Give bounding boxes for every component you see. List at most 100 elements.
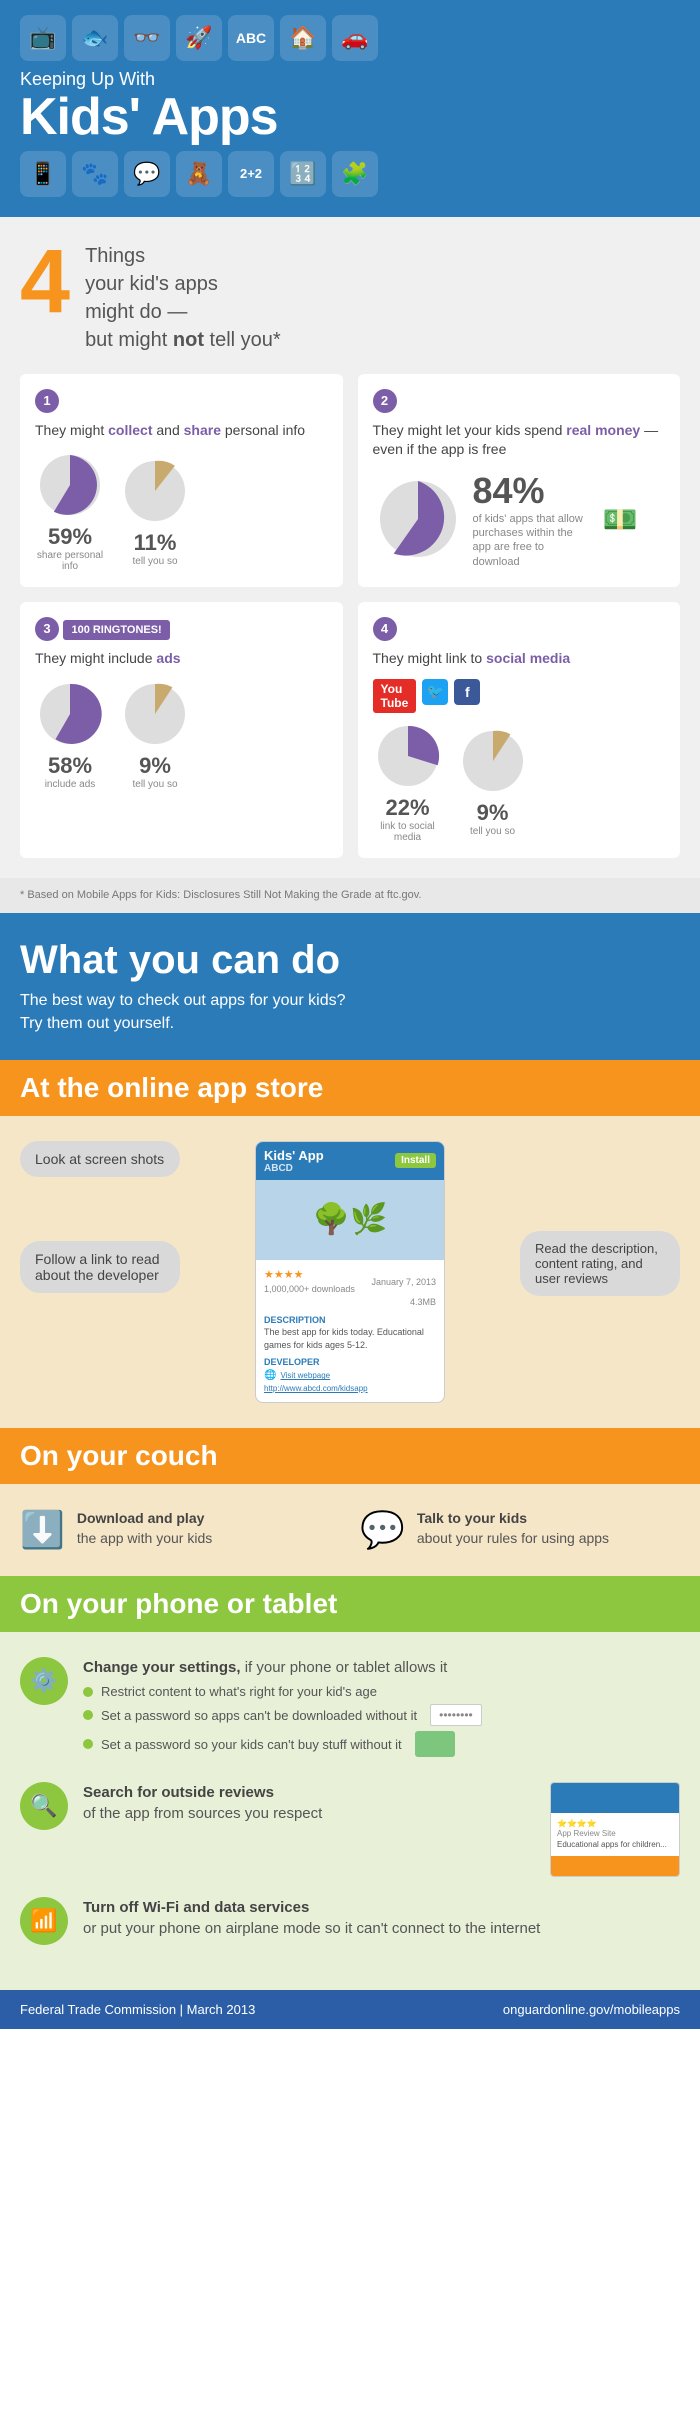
footnote: * Based on Mobile Apps for Kids: Disclos… — [0, 878, 700, 913]
couch-item-2: 💬 Talk to your kids about your rules for… — [360, 1509, 680, 1551]
globe-icon: 🌐 — [264, 1369, 276, 1383]
search-title: Search for outside reviews of the app fr… — [83, 1782, 535, 1824]
stat-84-percent: 84% — [473, 470, 593, 512]
wifi-title: Turn off Wi-Fi and data services or put … — [83, 1897, 680, 1939]
app-size: 4.3MB — [264, 1296, 436, 1309]
app-desc-title: DESCRIPTION — [264, 1314, 436, 1327]
header-icon-puzzle: 🧩 — [332, 151, 378, 197]
stat-9-label: tell you so — [132, 779, 177, 790]
app-mockup-body: ★★★★ 1,000,000+ downloads January 7, 201… — [256, 1260, 444, 1402]
thing-2-box: 2 They might let your kids spend real mo… — [358, 374, 681, 588]
app-name: Kids' App — [264, 1148, 324, 1163]
couch-text-1: Download and play the app with your kids — [77, 1509, 212, 1548]
wifi-icon: 📶 — [20, 1897, 68, 1945]
footer-right: onguardonline.gov/mobileapps — [503, 2002, 680, 2017]
four-things-section: 4 Things your kid's apps might do — but … — [0, 217, 700, 878]
couch-item-1: ⬇️ Download and play the app with your k… — [20, 1509, 340, 1551]
stat-59-label: share personal info — [35, 550, 105, 572]
app-dev-link[interactable]: Visit webpage — [280, 1370, 330, 1381]
bullet-3: Set a password so your kids can't buy st… — [83, 1731, 680, 1757]
app-desc-text: The best app for kids today. Educational… — [264, 1326, 436, 1351]
header-icon-math: 2+2 — [228, 151, 274, 197]
settings-title: Change your settings, if your phone or t… — [83, 1657, 680, 1678]
app-mockup-header: Kids' App ABCD Install — [256, 1142, 444, 1180]
four-things-title: 4 Things your kid's apps might do — but … — [20, 237, 680, 354]
social-media-icons: YouTube 🐦 f — [373, 679, 666, 713]
credit-card-icon — [415, 1731, 455, 1757]
thing-2-content: 84% of kids' apps that allow purchases w… — [373, 470, 666, 569]
stat-59-percent: 59% — [48, 524, 92, 550]
tip-developer: Follow a link to read about the develope… — [20, 1241, 180, 1293]
couch-section-header: On your couch — [0, 1428, 700, 1484]
phone-section-header: On your phone or tablet — [0, 1576, 700, 1632]
thing-3-box: 3 100 RINGTONES! They might include ads … — [20, 602, 343, 858]
phone-item-wifi: 📶 Turn off Wi-Fi and data services or pu… — [20, 1897, 680, 1945]
thing-3-number: 3 — [35, 617, 59, 641]
what-you-can-do-title: What you can do — [20, 938, 680, 982]
header-icon-phone: 📱 — [20, 151, 66, 197]
thing-3-title: They might include ads — [35, 649, 328, 669]
pie-include-ads: 58% include ads — [35, 679, 105, 790]
thing-4-number: 4 — [373, 617, 397, 641]
thing-4-title: They might link to social media — [373, 649, 666, 669]
phone-item-settings: ⚙️ Change your settings, if your phone o… — [20, 1657, 680, 1762]
app-store-title: At the online app store — [20, 1072, 680, 1104]
pie-tell-you-3: 9% tell you so — [120, 679, 190, 790]
header-icon-rocket: 🚀 — [176, 15, 222, 61]
pie-tell-you-1: 11% tell you so — [120, 456, 190, 567]
thing-1-title: They might collect and share personal in… — [35, 421, 328, 441]
stat-22-percent: 22% — [385, 795, 429, 821]
pie-share-personal: 59% share personal info — [35, 450, 105, 572]
bullet-dot-1 — [83, 1687, 93, 1697]
stat-9b-label: tell you so — [470, 826, 515, 837]
settings-bullets: Restrict content to what's right for you… — [83, 1684, 680, 1757]
what-you-can-do-section: What you can do The best way to check ou… — [0, 913, 700, 1060]
thing-3-pies: 58% include ads 9% tell you so — [35, 679, 328, 790]
password-field: •••••••• — [430, 1704, 482, 1726]
pie-84 — [373, 474, 463, 564]
phone-section: ⚙️ Change your settings, if your phone o… — [0, 1632, 700, 1990]
header-icons-top: 📺 🐟 👓 🚀 ABC 🏠 🚗 — [20, 15, 680, 61]
thing-2-stat: 84% of kids' apps that allow purchases w… — [473, 470, 593, 569]
stat-58-percent: 58% — [48, 753, 92, 779]
four-things-description: Things your kid's apps might do — but mi… — [85, 237, 281, 354]
tip-screenshots: Look at screen shots — [20, 1141, 180, 1177]
stat-11-percent: 11% — [134, 530, 177, 556]
app-screenshot: 🌳🌿 — [256, 1180, 444, 1260]
thing-4-box: 4 They might link to social media YouTub… — [358, 602, 681, 858]
footer-left: Federal Trade Commission | March 2013 — [20, 2002, 255, 2017]
pie-link-social: 22% link to social media — [373, 721, 443, 843]
header-icon-car: 🚗 — [332, 15, 378, 61]
app-mockup: Kids' App ABCD Install 🌳🌿 ★★★★ 1,000,000… — [255, 1141, 445, 1403]
settings-text: Change your settings, if your phone or t… — [83, 1657, 680, 1762]
stat-84-label: of kids' apps that allow purchases withi… — [473, 512, 593, 569]
header-icon-house: 🏠 — [280, 15, 326, 61]
stat-9b-percent: 9% — [477, 800, 509, 826]
app-downloads: 1,000,000+ downloads — [264, 1283, 355, 1296]
header-icon-calc: 🔢 — [280, 151, 326, 197]
couch-text-2: Talk to your kids about your rules for u… — [417, 1509, 609, 1548]
stat-22-label: link to social media — [373, 821, 443, 843]
youtube-icon: YouTube — [373, 679, 417, 713]
app-developer-section: DEVELOPER 🌐 Visit webpage http://www.abc… — [264, 1356, 436, 1394]
thing-4-pies: 22% link to social media 9% tell you so — [373, 721, 666, 843]
gear-icon: ⚙️ — [20, 1657, 68, 1705]
footer: Federal Trade Commission | March 2013 on… — [0, 1990, 700, 2029]
install-button[interactable]: Install — [395, 1153, 436, 1168]
app-dev-title: DEVELOPER — [264, 1356, 436, 1369]
download-icon: ⬇️ — [20, 1509, 65, 1551]
things-grid: 1 They might collect and share personal … — [20, 374, 680, 858]
review-image-body: ⭐⭐⭐⭐App Review SiteEducational apps for … — [551, 1813, 679, 1856]
app-dev-url[interactable]: http://www.abcd.com/kidsapp — [264, 1383, 436, 1394]
header-icon-paw: 🐾 — [72, 151, 118, 197]
app-date: January 7, 2013 — [371, 1276, 436, 1289]
stat-11-label: tell you so — [132, 556, 177, 567]
facebook-icon: f — [454, 679, 480, 705]
bullet-1: Restrict content to what's right for you… — [83, 1684, 680, 1699]
thing-1-pies: 59% share personal info 11% tell you so — [35, 450, 328, 572]
app-store-tips: Look at screen shots Follow a link to re… — [20, 1141, 235, 1293]
ringtones-badge: 100 RINGTONES! — [63, 620, 169, 640]
header-title-large: Kids' Apps — [20, 91, 680, 143]
what-you-can-do-subtitle: The best way to check out apps for your … — [20, 990, 680, 1035]
header-icon-fish: 🐟 — [72, 15, 118, 61]
